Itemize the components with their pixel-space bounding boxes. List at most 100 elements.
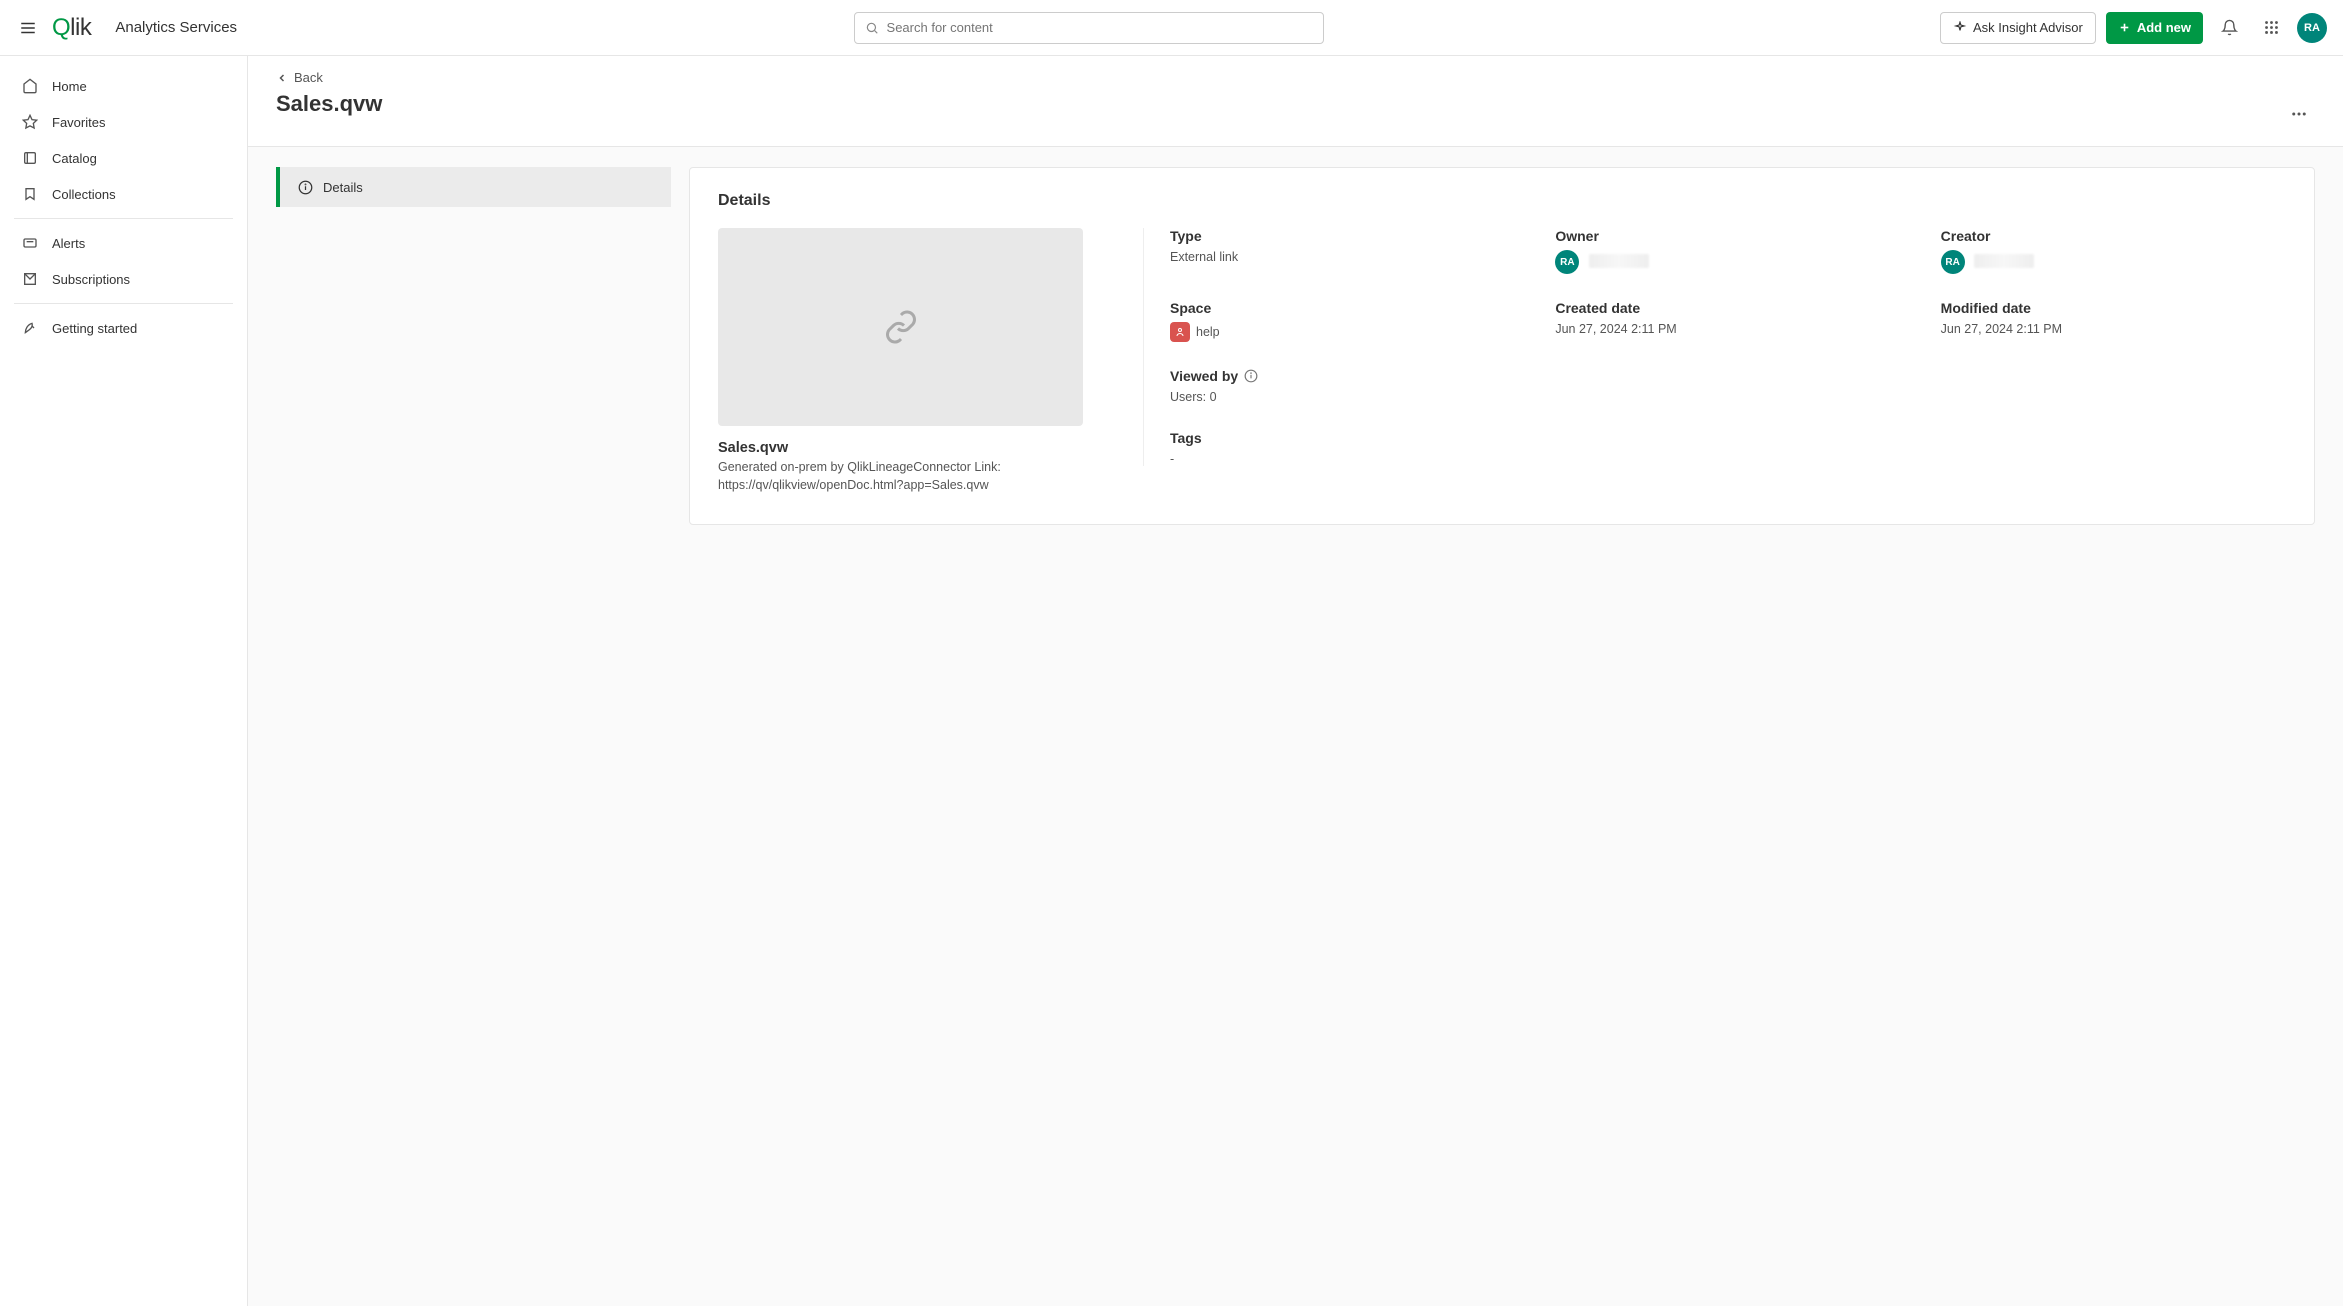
- sidebar-item-subscriptions[interactable]: Subscriptions: [14, 261, 233, 297]
- notifications-button[interactable]: [2213, 12, 2245, 44]
- sidebar-item-label: Alerts: [52, 236, 85, 251]
- owner-name-redacted: [1589, 254, 1649, 268]
- sidebar-divider: [14, 218, 233, 219]
- ask-insight-advisor-button[interactable]: Ask Insight Advisor: [1940, 12, 2096, 44]
- info-icon: [298, 180, 313, 195]
- page-title: Sales.qvw: [276, 91, 382, 117]
- meta-space: Space help: [1170, 300, 1515, 342]
- search-input[interactable]: [887, 20, 1313, 35]
- sidebar-item-collections[interactable]: Collections: [14, 176, 233, 212]
- bell-icon: [2221, 19, 2238, 36]
- chevron-left-icon: [276, 72, 288, 84]
- details-card: Details Sales.qvw Generated on-prem by Q…: [689, 167, 2315, 525]
- space-name: help: [1196, 325, 1220, 339]
- viewed-by-text: Viewed by: [1170, 368, 1238, 384]
- meta-label: Tags: [1170, 430, 1515, 446]
- plus-icon: [2118, 21, 2131, 34]
- meta-label: Modified date: [1941, 300, 2286, 316]
- meta-value: RA: [1941, 250, 2286, 274]
- details-grid: Sales.qvw Generated on-prem by QlikLinea…: [718, 228, 2286, 494]
- meta-creator: Creator RA: [1941, 228, 2286, 274]
- menu-toggle[interactable]: [16, 16, 40, 40]
- search-box[interactable]: [854, 12, 1324, 44]
- hamburger-icon: [19, 19, 37, 37]
- sidebar-item-catalog[interactable]: Catalog: [14, 140, 233, 176]
- thumbnail-column: Sales.qvw Generated on-prem by QlikLinea…: [718, 228, 1083, 494]
- grid-icon: [2263, 19, 2280, 36]
- sparkle-icon: [1953, 21, 1967, 35]
- side-tabs: Details: [276, 167, 671, 207]
- owner-avatar: RA: [1555, 250, 1579, 274]
- info-tooltip-icon[interactable]: [1244, 369, 1258, 383]
- creator-avatar: RA: [1941, 250, 1965, 274]
- subscriptions-icon: [22, 271, 38, 287]
- meta-created: Created date Jun 27, 2024 2:11 PM: [1555, 300, 1900, 342]
- meta-value: RA: [1555, 250, 1900, 274]
- sidebar-item-label: Subscriptions: [52, 272, 130, 287]
- more-horizontal-icon: [2290, 105, 2308, 123]
- space-icon: [1170, 322, 1190, 342]
- meta-modified: Modified date Jun 27, 2024 2:11 PM: [1941, 300, 2286, 342]
- meta-label: Space: [1170, 300, 1515, 316]
- meta-label: Type: [1170, 228, 1515, 244]
- search-icon: [865, 21, 879, 35]
- meta-label: Creator: [1941, 228, 2286, 244]
- meta-value: Users: 0: [1170, 390, 1515, 404]
- sidebar-item-label: Catalog: [52, 151, 97, 166]
- add-new-button[interactable]: Add new: [2106, 12, 2203, 44]
- item-title: Sales.qvw: [718, 440, 1083, 456]
- main-body: Details Details Sales.qvw Generated on-p…: [248, 147, 2343, 1306]
- sidebar-item-home[interactable]: Home: [14, 68, 233, 104]
- catalog-icon: [22, 150, 38, 166]
- sidebar-item-label: Collections: [52, 187, 116, 202]
- thumbnail: [718, 228, 1083, 426]
- ask-insight-label: Ask Insight Advisor: [1973, 20, 2083, 35]
- collections-icon: [22, 186, 38, 202]
- meta-grid: Type External link Owner RA Creator: [1143, 228, 2286, 466]
- main: Back Sales.qvw Details Details: [248, 56, 2343, 1306]
- link-icon: [883, 309, 919, 345]
- logo[interactable]: Qlik Analytics Services: [52, 14, 237, 42]
- home-icon: [22, 78, 38, 94]
- back-label: Back: [294, 70, 323, 85]
- sidebar-item-label: Getting started: [52, 321, 137, 336]
- qlik-logo-text: Qlik: [52, 14, 91, 42]
- sidebar-item-alerts[interactable]: Alerts: [14, 225, 233, 261]
- meta-value: -: [1170, 452, 1515, 466]
- sidebar-item-favorites[interactable]: Favorites: [14, 104, 233, 140]
- meta-label: Owner: [1555, 228, 1900, 244]
- layout: Home Favorites Catalog Collections Alert…: [0, 56, 2343, 1306]
- app-name: Analytics Services: [115, 19, 237, 36]
- add-new-label: Add new: [2137, 20, 2191, 35]
- tab-label: Details: [323, 180, 363, 195]
- meta-value: External link: [1170, 250, 1515, 264]
- meta-label: Viewed by: [1170, 368, 1515, 384]
- meta-value: Jun 27, 2024 2:11 PM: [1555, 322, 1900, 336]
- back-button[interactable]: Back: [276, 70, 382, 85]
- main-header: Back Sales.qvw: [248, 56, 2343, 147]
- meta-label: Created date: [1555, 300, 1900, 316]
- topbar-center: [249, 12, 1928, 44]
- details-section-title: Details: [718, 192, 2286, 210]
- more-actions-button[interactable]: [2283, 98, 2315, 130]
- sidebar-item-label: Favorites: [52, 115, 105, 130]
- item-description: Generated on-prem by QlikLineageConnecto…: [718, 458, 1068, 494]
- star-icon: [22, 114, 38, 130]
- meta-viewed-by: Viewed by Users: 0: [1170, 368, 1515, 404]
- topbar: Qlik Analytics Services Ask Insight Advi…: [0, 0, 2343, 56]
- sidebar: Home Favorites Catalog Collections Alert…: [0, 56, 248, 1306]
- sidebar-item-label: Home: [52, 79, 87, 94]
- user-avatar[interactable]: RA: [2297, 13, 2327, 43]
- creator-name-redacted: [1974, 254, 2034, 268]
- app-launcher-button[interactable]: [2255, 12, 2287, 44]
- topbar-right: Ask Insight Advisor Add new RA: [1940, 12, 2327, 44]
- meta-value[interactable]: help: [1170, 322, 1220, 342]
- tab-details[interactable]: Details: [276, 167, 671, 207]
- rocket-icon: [22, 320, 38, 336]
- meta-type: Type External link: [1170, 228, 1515, 274]
- meta-value: Jun 27, 2024 2:11 PM: [1941, 322, 2286, 336]
- meta-owner: Owner RA: [1555, 228, 1900, 274]
- sidebar-divider: [14, 303, 233, 304]
- alerts-icon: [22, 235, 38, 251]
- sidebar-item-getting-started[interactable]: Getting started: [14, 310, 233, 346]
